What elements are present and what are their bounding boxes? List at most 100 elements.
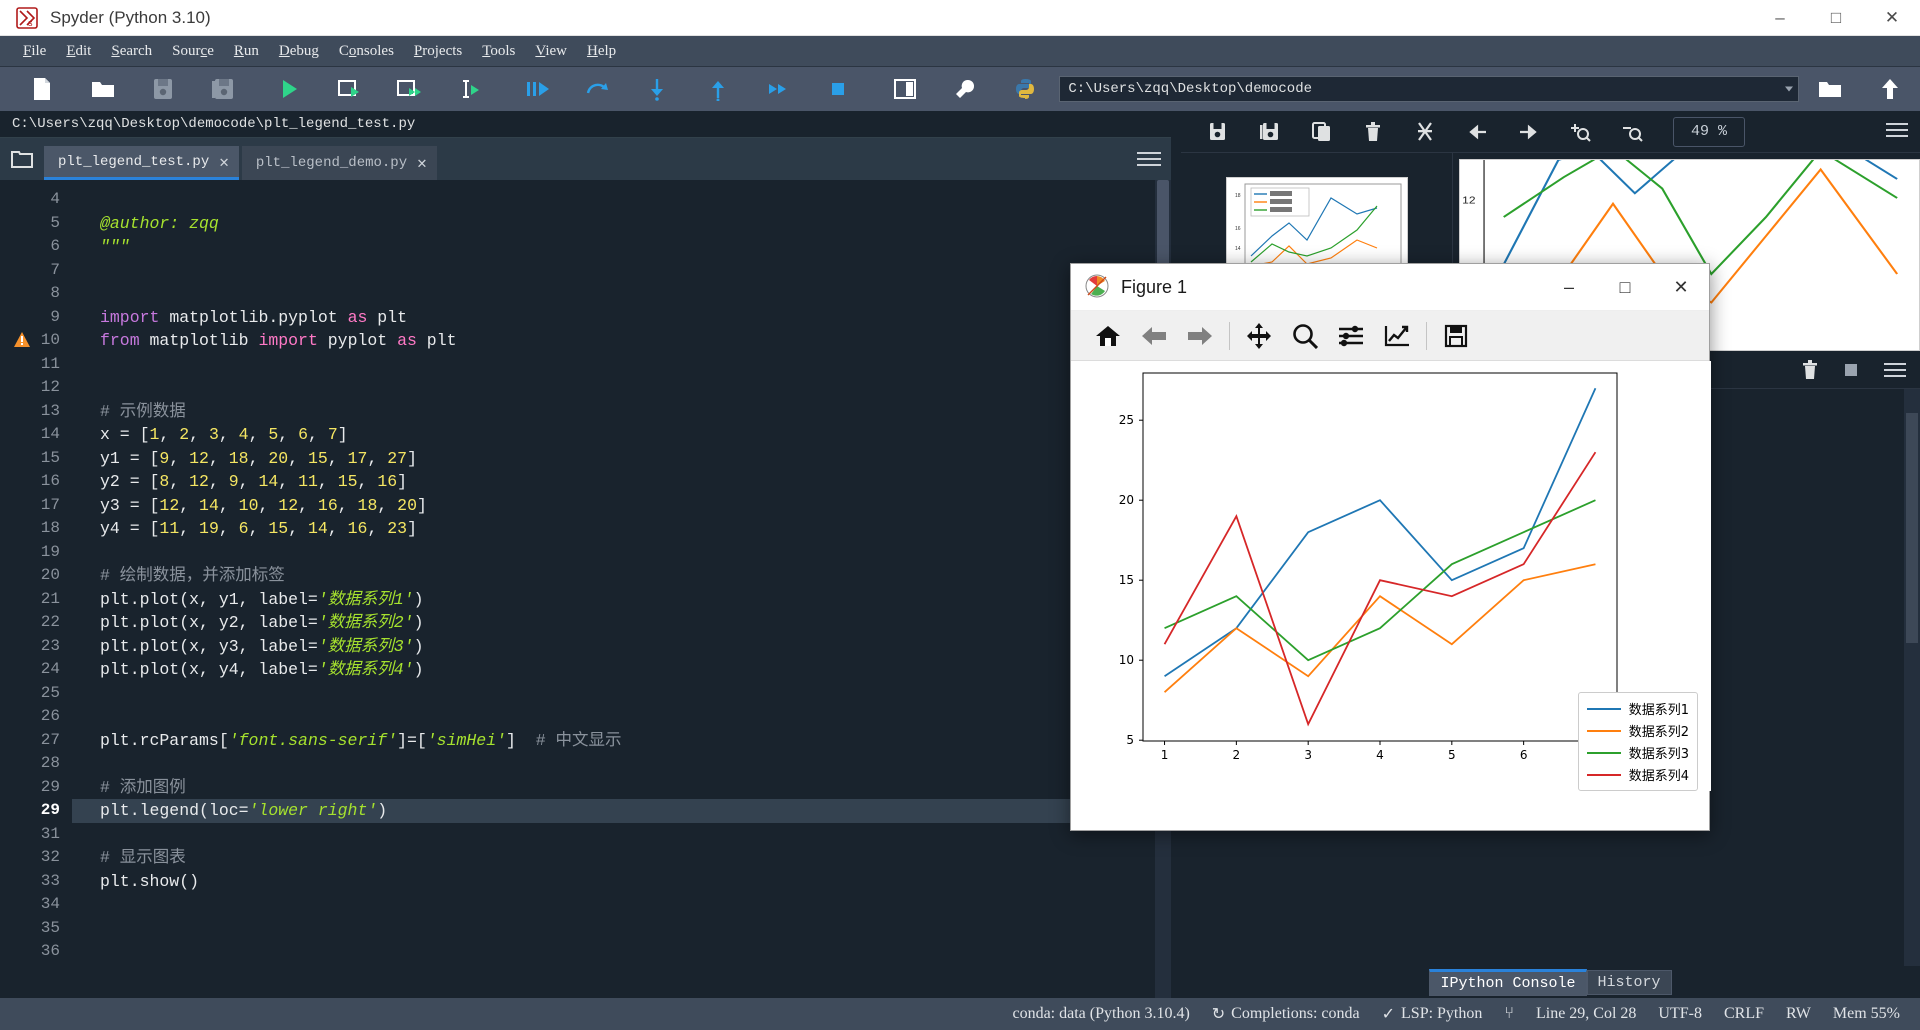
debug-step-into-icon[interactable] [627, 69, 687, 109]
code-line[interactable]: # 绘制数据，并添加标签 [72, 564, 1171, 588]
open-file-icon[interactable] [72, 69, 132, 109]
code-line[interactable]: import matplotlib.pyplot as plt [72, 306, 1171, 330]
previous-plot-icon[interactable] [1451, 115, 1503, 149]
code-line[interactable]: # 显示图表 [72, 846, 1171, 870]
code-content[interactable]: @author: zqq """ import matplotlib.pyplot… [72, 180, 1171, 998]
menu-item-debug[interactable]: Debug [270, 40, 328, 63]
menu-item-view[interactable]: View [526, 40, 576, 63]
code-line-current[interactable]: plt.legend(loc='lower right') [72, 799, 1171, 823]
figure-minimize-button[interactable]: – [1541, 264, 1597, 311]
code-line[interactable]: @author: zqq [72, 212, 1171, 236]
figure-close-button[interactable]: ✕ [1653, 264, 1709, 311]
code-line[interactable]: plt.plot(x, y2, label='数据系列2') [72, 611, 1171, 635]
code-line[interactable]: plt.plot(x, y4, label='数据系列4') [72, 658, 1171, 682]
code-line[interactable] [72, 752, 1171, 776]
close-icon[interactable]: ✕ [417, 153, 427, 173]
code-line[interactable] [72, 682, 1171, 706]
menu-item-consoles[interactable]: Consoles [330, 40, 403, 63]
debug-step-over-icon[interactable] [567, 69, 627, 109]
close-button[interactable]: ✕ [1864, 0, 1920, 36]
code-line[interactable]: y2 = [8, 12, 9, 14, 11, 15, 16] [72, 470, 1171, 494]
code-editor[interactable]: 4 5 6 7 8 9 10 11 12 13 14 15 16 17 18 19 20 21 22 23 24 25 26… [0, 180, 1171, 998]
code-line[interactable] [72, 917, 1171, 941]
forward-arrow-icon[interactable] [1177, 316, 1223, 356]
zoom-in-icon[interactable] [1555, 115, 1607, 149]
code-line[interactable] [72, 282, 1171, 306]
code-line[interactable]: # 添加图例 [72, 776, 1171, 800]
menu-item-source[interactable]: Source [163, 40, 223, 63]
zoom-out-icon[interactable] [1607, 115, 1659, 149]
plot-zoom-value[interactable]: 49 % [1673, 116, 1745, 147]
close-icon[interactable]: ✕ [219, 152, 229, 172]
console-options-icon[interactable] [1884, 362, 1906, 377]
new-file-icon[interactable] [12, 69, 72, 109]
code-line[interactable]: plt.plot(x, y3, label='数据系列3') [72, 635, 1171, 659]
figure-maximize-button[interactable]: □ [1597, 264, 1653, 311]
debug-stop-icon[interactable] [808, 69, 868, 109]
code-line[interactable]: x = [1, 2, 3, 4, 5, 6, 7] [72, 423, 1171, 447]
plots-options-icon[interactable] [1886, 123, 1908, 137]
editor-tab-plt-legend-demo[interactable]: plt_legend_demo.py ✕ [241, 146, 437, 180]
console-scrollbar[interactable] [1904, 389, 1920, 966]
plot-thumbnail[interactable]: 18 16 14 12 [1225, 177, 1408, 277]
minimize-button[interactable]: – [1752, 0, 1808, 36]
folder-open-icon[interactable] [1799, 69, 1859, 109]
editor-options-icon[interactable] [1137, 147, 1161, 171]
remove-all-variables-icon[interactable] [1802, 359, 1818, 380]
code-line[interactable] [72, 940, 1171, 964]
working-directory-input[interactable]: C:\Users\zqq\Desktop\democode [1059, 76, 1800, 102]
debug-continue-icon[interactable] [748, 69, 808, 109]
editor-folder-icon[interactable] [0, 138, 44, 180]
home-icon[interactable] [1085, 316, 1131, 356]
remove-all-plots-icon[interactable] [1399, 115, 1451, 149]
code-line[interactable] [72, 353, 1171, 377]
code-line[interactable] [72, 376, 1171, 400]
menu-item-help[interactable]: Help [578, 40, 625, 63]
arrow-up-icon[interactable] [1860, 69, 1920, 109]
edit-axis-icon[interactable] [1374, 316, 1420, 356]
code-line[interactable]: y4 = [11, 19, 6, 15, 14, 16, 23] [72, 517, 1171, 541]
figure-window[interactable]: Figure 1 – □ ✕ 5 10 15 20 25 1 2 3 4 5 6… [1070, 263, 1711, 831]
menu-item-edit[interactable]: Edit [57, 40, 100, 63]
code-line[interactable]: """ [72, 235, 1171, 259]
menu-item-projects[interactable]: Projects [405, 40, 471, 63]
code-line[interactable] [72, 705, 1171, 729]
code-line[interactable] [72, 541, 1171, 565]
code-line[interactable]: from matplotlib import pyplot as plt [72, 329, 1171, 353]
run-selection-icon[interactable] [440, 69, 500, 109]
tab-ipython-console[interactable]: IPython Console [1429, 968, 1587, 996]
python-path-manager-icon[interactable] [995, 69, 1055, 109]
code-line[interactable]: plt.show() [72, 870, 1171, 894]
code-line[interactable]: # 示例数据 [72, 400, 1171, 424]
debug-step-return-icon[interactable] [687, 69, 747, 109]
code-line[interactable] [72, 188, 1171, 212]
subplot-config-icon[interactable] [1328, 316, 1374, 356]
tab-history[interactable]: History [1586, 969, 1672, 995]
save-all-plots-icon[interactable] [1243, 115, 1295, 149]
code-line[interactable]: y1 = [9, 12, 18, 20, 15, 17, 27] [72, 447, 1171, 471]
code-line[interactable] [72, 893, 1171, 917]
warning-icon[interactable] [14, 332, 30, 348]
save-all-icon[interactable] [193, 69, 253, 109]
back-arrow-icon[interactable] [1131, 316, 1177, 356]
figure-canvas[interactable]: 510152025 1234567 数据系列1数据系列2数据系列3数据系列4 [1071, 361, 1711, 830]
run-cell-icon[interactable] [320, 69, 380, 109]
menu-item-run[interactable]: Run [225, 40, 268, 63]
save-figure-icon[interactable] [1433, 316, 1479, 356]
menu-item-file[interactable]: File [14, 40, 55, 63]
menu-item-search[interactable]: Search [102, 40, 161, 63]
code-line[interactable]: plt.rcParams['font.sans-serif']=['simHei… [72, 729, 1171, 753]
editor-tab-plt-legend-test[interactable]: plt_legend_test.py ✕ [44, 146, 239, 180]
console-scrollbar-thumb[interactable] [1906, 413, 1918, 643]
save-plot-icon[interactable] [1191, 115, 1243, 149]
save-file-icon[interactable] [133, 69, 193, 109]
remove-plot-icon[interactable] [1347, 115, 1399, 149]
chevron-down-icon[interactable] [1785, 86, 1794, 92]
zoom-rect-icon[interactable] [1282, 316, 1328, 356]
menu-item-tools[interactable]: Tools [473, 40, 524, 63]
pan-icon[interactable] [1236, 316, 1282, 356]
run-file-icon[interactable] [259, 69, 319, 109]
code-line[interactable] [72, 259, 1171, 283]
code-line[interactable] [72, 823, 1171, 847]
debug-file-icon[interactable] [506, 69, 566, 109]
